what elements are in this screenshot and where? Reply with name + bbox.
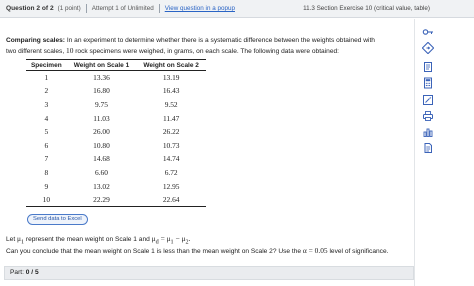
subscript: d (155, 239, 159, 246)
tools-sidebar (414, 19, 474, 286)
printer-icon[interactable] (421, 109, 435, 122)
table-cell: 13.19 (162, 73, 180, 83)
table-cell: 7 (44, 154, 49, 164)
table-row: 1 13.36 13.19 (26, 71, 206, 85)
period: . (188, 234, 191, 243)
problem-title: Comparing scales: (6, 37, 65, 44)
column-header: Weight on Scale 2 (136, 59, 206, 71)
table-cell: 14.74 (162, 154, 180, 164)
question-text: Can you conclude that the mean weight on… (6, 246, 388, 255)
table-cell: 1 (44, 73, 49, 83)
table-cell: 6.60 (95, 167, 108, 177)
table-cell: 13.02 (93, 181, 110, 191)
table-row: 10 22.29 22.64 (26, 192, 206, 207)
part-progress: Part: 0 / 5 (4, 266, 414, 280)
question-label: Question 2 of 2 (6, 5, 54, 12)
minus-mu: − μ (175, 234, 186, 243)
bar-chart-icon[interactable] (421, 125, 435, 138)
table-cell: 11.47 (162, 113, 180, 123)
table-cell: 13.36 (93, 73, 110, 83)
mu-d-expression: μd = μ1 − μ2. (152, 234, 191, 246)
table-cell: 2 (44, 86, 49, 96)
table-row: 2 16.80 16.43 (26, 84, 206, 98)
question-content: Comparing scales: In an experiment to de… (0, 19, 414, 286)
send-to-excel-button[interactable]: Send data to Excel (27, 214, 88, 225)
table-cell: 6 (44, 140, 49, 150)
table-row: 5 26.00 26.22 (26, 125, 206, 139)
table-cell: 11.03 (93, 113, 110, 123)
part-score: 0 / 5 (25, 269, 39, 276)
table-row: 9 13.02 12.95 (26, 179, 206, 193)
points-label: (1 point) (57, 5, 81, 12)
table-cell: 3 (44, 99, 49, 109)
table-cell: 9.52 (164, 99, 178, 109)
problem-text-3: rock specimens were weighed, in grams, o… (75, 47, 340, 55)
part-label: Part: (10, 269, 24, 276)
question-header: Question 2 of 2 (1 point) Attempt 1 of U… (0, 0, 474, 18)
divider (158, 4, 160, 13)
table-cell: 10.73 (162, 140, 180, 150)
data-table: Specimen Weight on Scale 1 Weight on Sca… (26, 59, 206, 207)
table-cell: 4 (44, 113, 49, 123)
table-cell: 5 (44, 127, 49, 137)
problem-text-1: In an experiment to determine whether th… (66, 37, 375, 44)
table-row: 7 14.68 14.74 (26, 152, 206, 166)
let-text: Let (6, 236, 16, 243)
table-row: 6 10.80 10.73 (26, 138, 206, 152)
wand-icon[interactable] (421, 93, 435, 106)
problem-line-1: Comparing scales: In an experiment to de… (6, 36, 406, 46)
divider (85, 4, 87, 13)
table-cell: 26.22 (162, 127, 180, 137)
column-header: Specimen (26, 59, 67, 71)
specimen-count: 10 (66, 45, 74, 55)
calculator-icon[interactable] (421, 76, 435, 89)
problem-line-2: two different scales, 10 rock specimens … (6, 46, 406, 57)
alpha-value: α = 0.05 (302, 246, 328, 255)
table-cell: 14.68 (93, 154, 110, 164)
column-header: Weight on Scale 1 (66, 59, 137, 71)
let-text: represent the mean weight on Scale 1 and (25, 236, 150, 243)
question-text-a: Can you conclude that the mean weight on… (6, 248, 302, 255)
table-cell: 16.80 (93, 86, 110, 96)
let-statement: Let μ1 represent the mean weight on Scal… (6, 234, 190, 245)
subscript: 1 (20, 239, 25, 246)
mu-1-symbol: μ1 (17, 234, 25, 246)
table-cell: 9.75 (95, 99, 108, 109)
table-cell: 10.80 (93, 140, 110, 150)
table-row: 8 6.60 6.72 (26, 166, 206, 180)
popup-link[interactable]: View question in a popup (165, 5, 235, 12)
subscript: 1 (170, 239, 174, 246)
key-icon[interactable] (421, 25, 435, 38)
table-row: 4 11.03 11.47 (26, 111, 206, 125)
table-header-row: Specimen Weight on Scale 1 Weight on Sca… (26, 59, 206, 71)
table-cell: 16.43 (162, 86, 180, 96)
table-cell: 8 (44, 167, 49, 177)
table-cell: 10 (26, 192, 67, 207)
notepad-icon[interactable] (421, 60, 435, 73)
question-text-b: level of significance. (329, 248, 389, 255)
document-icon[interactable] (421, 141, 435, 154)
table-cell: 12.95 (162, 181, 180, 191)
table-cell: 26.00 (93, 127, 110, 137)
table-row: 3 9.75 9.52 (26, 98, 206, 112)
section-label: 11.3 Section Exercise 10 (critical value… (303, 5, 430, 12)
table-cell: 9 (44, 181, 49, 191)
table-cell: 22.29 (66, 192, 137, 207)
table-cell: 6.72 (164, 167, 178, 177)
problem-text-2: two different scales, (6, 47, 65, 55)
attempt-label: Attempt 1 of Unlimited (91, 5, 154, 12)
diamond-arrow-icon[interactable] (421, 41, 435, 54)
table-cell: 22.64 (136, 192, 206, 207)
problem-statement: Comparing scales: In an experiment to de… (6, 36, 406, 56)
equals-mu: = μ (160, 234, 171, 243)
